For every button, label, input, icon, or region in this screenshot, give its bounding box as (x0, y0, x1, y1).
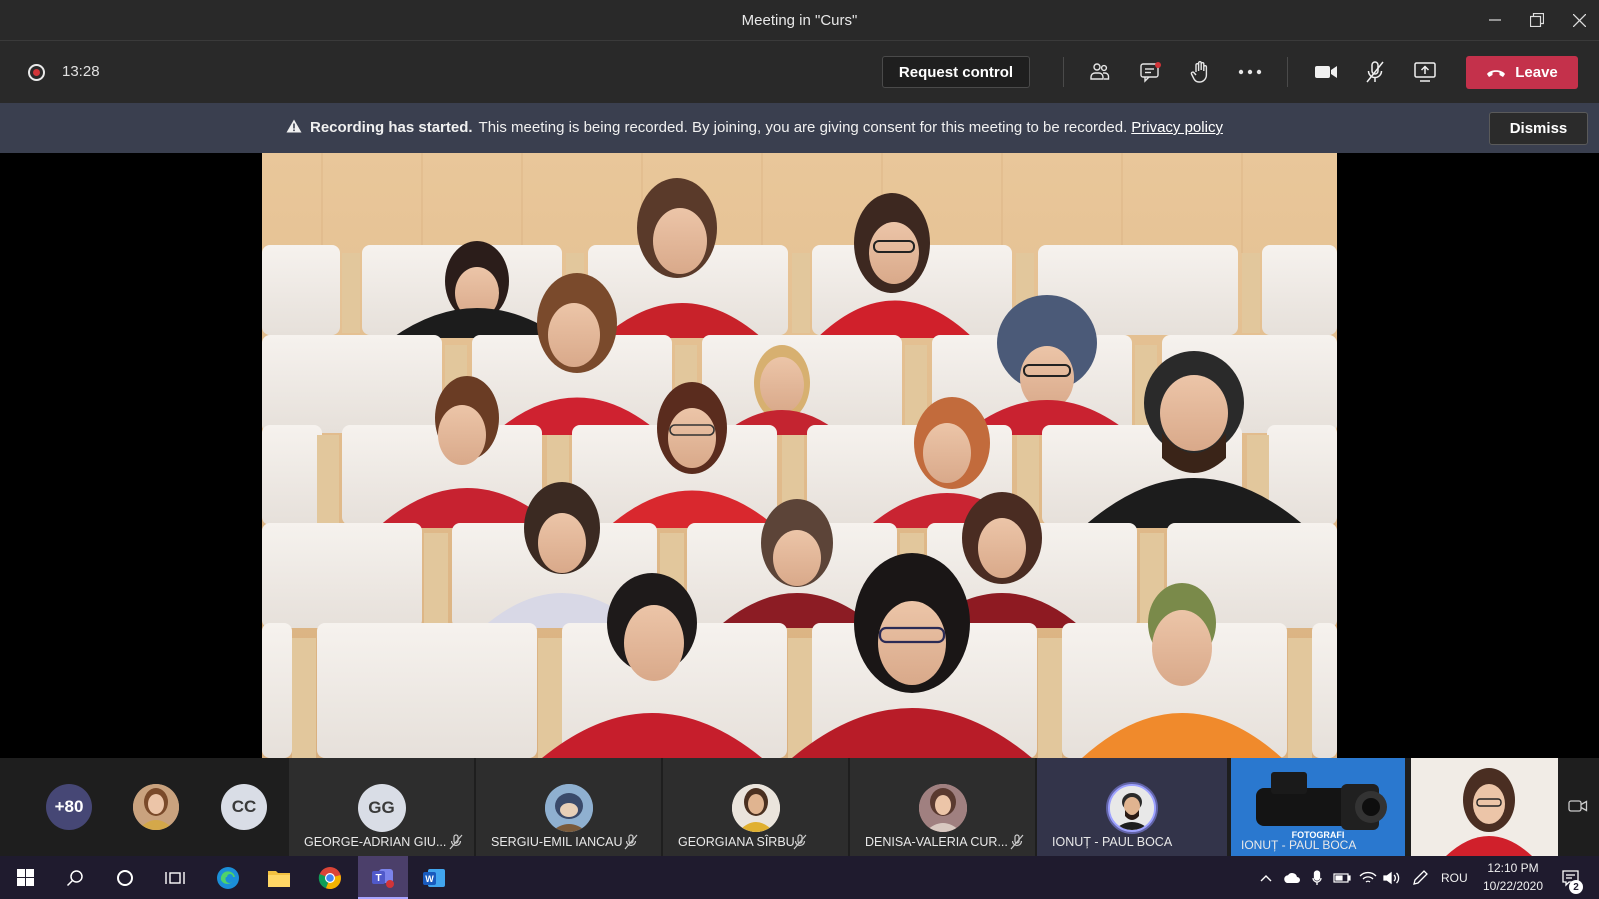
raise-hand-icon[interactable] (1185, 58, 1215, 86)
meeting-timer: 13:28 (62, 63, 100, 80)
camera-icon[interactable] (1311, 58, 1341, 86)
microphone-muted-icon (1010, 834, 1024, 850)
more-options-icon[interactable] (1235, 58, 1265, 86)
teams-meeting-window: Meeting in "Curs" 13:28 Request control (0, 0, 1599, 899)
avatar (1108, 784, 1156, 832)
toolbar-divider (1287, 57, 1288, 87)
clock-time[interactable]: 12:10 PM (1483, 861, 1543, 875)
wifi-icon[interactable] (1356, 856, 1380, 899)
chat-icon[interactable] (1136, 58, 1166, 86)
main-stage (0, 153, 1599, 758)
windows-start-icon[interactable] (8, 856, 42, 899)
privacy-policy-link[interactable]: Privacy policy (1131, 119, 1223, 136)
pen-icon[interactable] (1408, 856, 1432, 899)
notification-badge: 2 (1569, 880, 1583, 894)
teams-taskbar-icon[interactable]: T (358, 856, 408, 899)
chevron-up-icon[interactable] (1256, 856, 1276, 899)
recording-indicator-icon (28, 64, 45, 81)
avatar: GG (357, 784, 406, 832)
together-mode-video (262, 153, 1337, 758)
share-screen-icon[interactable] (1410, 58, 1440, 86)
microphone-muted-icon (449, 834, 463, 850)
leave-label: Leave (1515, 64, 1558, 81)
dismiss-button[interactable]: Dismiss (1489, 112, 1588, 145)
input-language[interactable]: ROU (1441, 871, 1468, 885)
clock-date[interactable]: 10/22/2020 (1477, 879, 1549, 893)
window-title: Meeting in "Curs" (741, 12, 858, 29)
word-icon[interactable]: W (412, 856, 456, 899)
avatar[interactable]: CC (221, 784, 267, 830)
battery-icon[interactable] (1330, 856, 1354, 899)
windows-taskbar: T W ROU 12:10 PM 10/22/2020 2 (0, 856, 1599, 899)
self-view-tile[interactable] (1411, 758, 1558, 856)
overflow-participants-button[interactable]: +80 (46, 784, 92, 830)
cortana-icon[interactable] (108, 856, 142, 899)
chrome-icon[interactable] (311, 856, 349, 899)
participant-tile[interactable]: DENISA-VALERIA CUR... (850, 758, 1035, 856)
search-icon[interactable] (58, 856, 92, 899)
participant-tile-speaking[interactable]: IONUȚ - PAUL BOCA (1037, 758, 1227, 856)
request-control-button[interactable]: Request control (882, 56, 1030, 88)
participant-name: GEORGE-ADRIAN GIU... (304, 835, 447, 849)
participant-tile[interactable]: GEORGIANA SÎRBU (663, 758, 848, 856)
participant-name: IONUȚ - PAUL BOCA (1052, 835, 1173, 849)
warning-icon (286, 119, 302, 133)
recording-message: This meeting is being recorded. By joini… (478, 119, 1128, 136)
recording-banner-text: Recording has started. This meeting is be… (286, 119, 1223, 136)
volume-icon[interactable] (1380, 856, 1404, 899)
participant-tile[interactable]: SERGIU-EMIL IANCAU (476, 758, 661, 856)
participant-name: IONUȚ - PAUL BOCA (1241, 838, 1357, 852)
close-icon[interactable] (1566, 8, 1592, 32)
recording-heading: Recording has started. (310, 119, 473, 136)
microphone-muted-icon[interactable] (1360, 58, 1390, 86)
avatar (544, 784, 593, 832)
hang-up-icon (1487, 69, 1506, 77)
microphone-tray-icon[interactable] (1306, 856, 1328, 899)
restore-icon[interactable] (1524, 8, 1550, 32)
task-view-icon[interactable] (158, 856, 192, 899)
onedrive-icon[interactable] (1280, 856, 1304, 899)
avatar (918, 784, 967, 832)
participants-icon[interactable] (1085, 58, 1115, 86)
minimize-icon[interactable] (1482, 8, 1508, 32)
participant-name: GEORGIANA SÎRBU (678, 835, 795, 849)
toggle-self-video-icon[interactable] (1568, 798, 1588, 819)
participant-name: SERGIU-EMIL IANCAU (491, 835, 623, 849)
toolbar-divider (1063, 57, 1064, 87)
participant-tile[interactable]: GG GEORGE-ADRIAN GIU... (289, 758, 474, 856)
avatar[interactable] (133, 784, 179, 830)
edge-browser-icon[interactable] (209, 856, 247, 899)
recording-banner: Recording has started. This meeting is be… (0, 103, 1599, 153)
self-video-image (1411, 758, 1558, 856)
participant-name: DENISA-VALERIA CUR... (865, 835, 1008, 849)
svg-text:W: W (425, 874, 434, 884)
microphone-muted-icon (793, 834, 807, 850)
participant-strip: +80 CC GG GEORGE-ADRIAN GIU... SERGIU-EM… (0, 758, 1599, 856)
leave-button[interactable]: Leave (1466, 56, 1578, 89)
microphone-muted-icon (624, 834, 638, 850)
title-bar: Meeting in "Curs" (0, 0, 1599, 41)
file-explorer-icon[interactable] (260, 856, 298, 899)
meeting-toolbar: 13:28 Request control Leave (0, 41, 1599, 103)
svg-text:T: T (375, 873, 381, 884)
screen-share-tile[interactable]: FOTOGRAFI IONUȚ - PAUL BOCA (1231, 758, 1405, 856)
avatar (731, 784, 780, 832)
